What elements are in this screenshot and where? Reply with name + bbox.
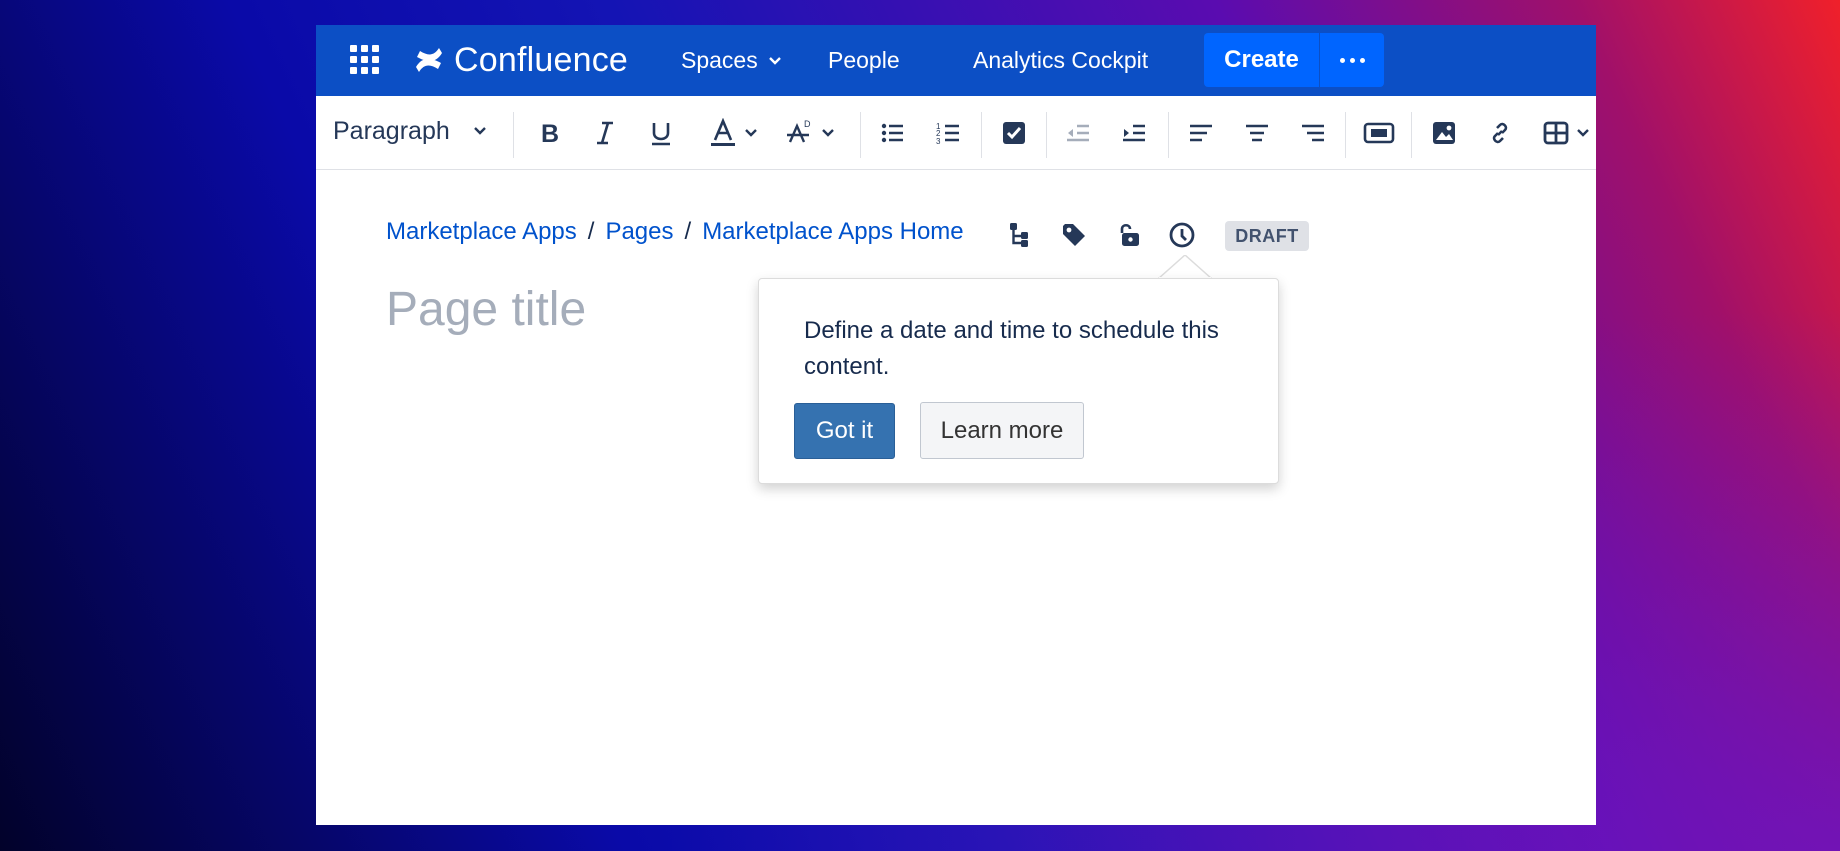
analytics-cockpit-link[interactable]: Analytics Cockpit: [973, 47, 1148, 74]
schedule-popover: Define a date and time to schedule this …: [758, 278, 1279, 484]
page-layout-button[interactable]: [1363, 118, 1395, 148]
status-badge: DRAFT: [1225, 221, 1309, 251]
indent-button[interactable]: [1120, 118, 1148, 148]
italic-icon: [597, 121, 613, 145]
more-button[interactable]: [1320, 33, 1384, 87]
text-style-button[interactable]: D: [785, 118, 835, 148]
outdent-button[interactable]: [1064, 118, 1092, 148]
breadcrumb-marketplace-apps[interactable]: Marketplace Apps: [386, 218, 577, 246]
toolbar-divider: [513, 112, 514, 158]
numbered-list-icon: 123: [936, 122, 959, 146]
indent-icon: [1123, 124, 1145, 142]
editor-toolbar: Paragraph B D 123: [316, 96, 1596, 170]
breadcrumb: Marketplace Apps / Pages / Marketplace A…: [386, 218, 964, 246]
create-button[interactable]: Create: [1204, 33, 1319, 87]
more-icon: [1339, 57, 1345, 63]
toolbar-divider: [981, 112, 982, 158]
bold-button[interactable]: B: [535, 118, 563, 148]
insert-table-button[interactable]: [1542, 118, 1590, 148]
text-color-button[interactable]: [708, 118, 758, 148]
people-link[interactable]: People: [828, 47, 900, 74]
svg-text:B: B: [541, 120, 559, 147]
bold-icon: B: [541, 120, 559, 147]
insert-image-button[interactable]: [1430, 118, 1458, 148]
confluence-editor-window: Confluence Spaces People Analytics Cockp…: [316, 25, 1596, 825]
underline-button[interactable]: [647, 118, 675, 148]
bullet-list-button[interactable]: [879, 118, 907, 148]
underline-icon: [652, 123, 670, 146]
italic-button[interactable]: [591, 118, 619, 148]
link-icon: [1492, 122, 1508, 144]
label-icon[interactable]: [1060, 221, 1088, 249]
svg-text:D: D: [804, 119, 811, 129]
page-title-input[interactable]: Page title: [386, 282, 586, 337]
restrictions-icon[interactable]: [1114, 221, 1142, 249]
schedule-clock-icon[interactable]: [1168, 221, 1196, 249]
align-left-icon: [1190, 124, 1212, 142]
checkbox-icon: [1003, 122, 1025, 144]
align-center-icon: [1246, 124, 1268, 142]
chevron-down-icon: [745, 129, 757, 137]
learn-more-button[interactable]: Learn more: [920, 402, 1084, 459]
paragraph-style-select[interactable]: Paragraph: [333, 116, 488, 146]
insert-link-button[interactable]: [1486, 118, 1514, 148]
text-color-icon: [711, 118, 735, 146]
spaces-label: Spaces: [681, 47, 758, 73]
task-list-button[interactable]: [1000, 118, 1028, 148]
toolbar-divider: [860, 112, 861, 158]
toolbar-divider: [1345, 112, 1346, 158]
svg-text:3: 3: [936, 137, 941, 146]
text-style-icon: D: [787, 119, 811, 143]
image-icon: [1433, 122, 1455, 144]
breadcrumb-pages[interactable]: Pages: [605, 218, 673, 246]
chevron-down-icon: [473, 127, 486, 135]
logo-text: Confluence: [454, 40, 629, 79]
chevron-down-icon: [822, 129, 834, 137]
align-center-button[interactable]: [1243, 118, 1271, 148]
align-right-button[interactable]: [1299, 118, 1327, 148]
page-layout-icon: [1363, 122, 1395, 144]
numbered-list-button[interactable]: 123: [935, 118, 963, 148]
outdent-icon: [1067, 124, 1089, 142]
page-tree-icon[interactable]: [1006, 221, 1034, 249]
apps-grid-icon[interactable]: [350, 45, 380, 75]
table-icon: [1543, 121, 1569, 145]
top-navigation: Confluence Spaces People Analytics Cockp…: [316, 25, 1596, 96]
align-right-icon: [1302, 124, 1324, 142]
confluence-logo[interactable]: Confluence: [414, 39, 628, 81]
got-it-button[interactable]: Got it: [794, 403, 895, 459]
breadcrumb-separator: /: [587, 218, 595, 245]
paragraph-style-label: Paragraph: [333, 116, 450, 145]
confluence-logo-icon: [416, 48, 442, 72]
chevron-down-icon: [1577, 129, 1589, 137]
bullet-list-icon: [881, 123, 903, 143]
popover-message: Define a date and time to schedule this …: [804, 317, 1219, 380]
align-left-button[interactable]: [1187, 118, 1215, 148]
toolbar-divider: [1168, 112, 1169, 158]
breadcrumb-separator: /: [684, 218, 692, 245]
toolbar-divider: [1411, 112, 1412, 158]
breadcrumb-marketplace-apps-home[interactable]: Marketplace Apps Home: [702, 218, 963, 246]
chevron-down-icon: [768, 56, 781, 65]
spaces-menu[interactable]: Spaces: [681, 47, 782, 74]
toolbar-divider: [1046, 112, 1047, 158]
